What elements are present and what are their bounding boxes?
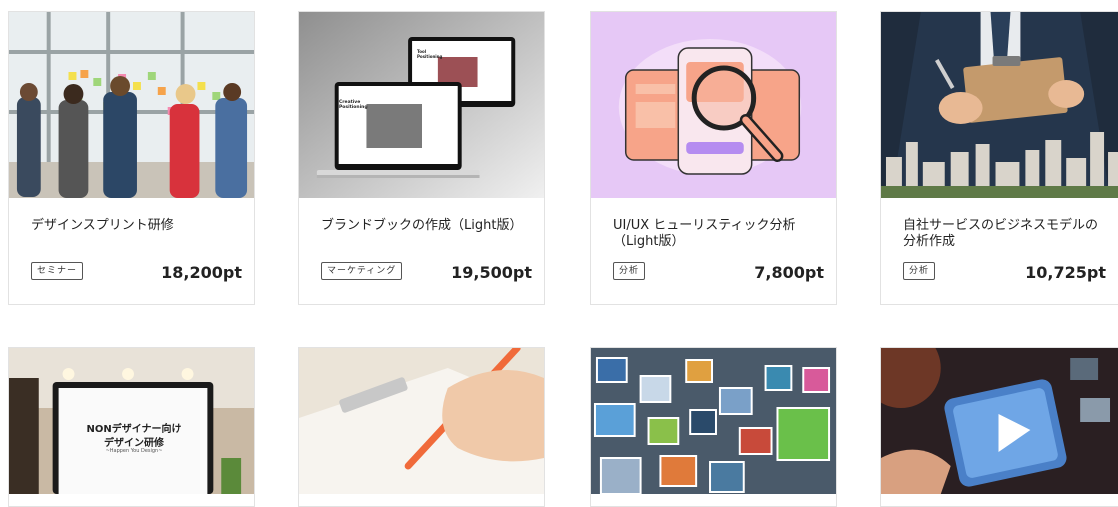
category-tag[interactable]: 分析	[903, 262, 936, 280]
product-card-writing[interactable]	[298, 347, 545, 507]
card-image-laptop-slide: NONデザイナー向け デザイン研修 ~Happen You Design~	[9, 348, 254, 494]
category-tag[interactable]: 分析	[613, 262, 646, 280]
screen-text: Creative Positioning	[339, 100, 368, 110]
slide-subtitle: ~Happen You Design~	[105, 448, 163, 454]
product-card-photo-collage[interactable]	[590, 347, 837, 507]
card-price: 10,725pt	[1025, 263, 1106, 282]
product-card-brand-book[interactable]: Creative Positioning Tool Positioning ブラ…	[298, 11, 545, 305]
product-card-business-model[interactable]: 自社サービスのビジネスモデルの分析作成 分析 10,725pt	[880, 11, 1118, 305]
slide-title: NONデザイナー向け	[86, 424, 182, 435]
card-price: 7,800pt	[754, 263, 824, 282]
card-image-workshop	[9, 12, 254, 198]
card-price: 19,500pt	[451, 263, 532, 282]
product-card-design-sprint[interactable]: デザインスプリント研修 セミナー 18,200pt	[8, 11, 255, 305]
slide-title: デザイン研修	[104, 438, 164, 449]
card-image-hand-writing	[299, 348, 544, 494]
card-title: 自社サービスのビジネスモデルの分析作成	[903, 218, 1099, 249]
screen-text: Tool Positioning	[417, 49, 443, 59]
product-card-video[interactable]	[880, 347, 1118, 507]
card-title: デザインスプリント研修	[31, 218, 174, 233]
card-image-video-play	[881, 348, 1118, 494]
product-card-non-designer-training[interactable]: NONデザイナー向け デザイン研修 ~Happen You Design~	[8, 347, 255, 507]
card-price: 18,200pt	[161, 263, 242, 282]
card-title: UI/UX ヒューリスティック分析（Light版）	[613, 218, 796, 249]
card-image-laptop-mockup: Creative Positioning Tool Positioning	[299, 12, 544, 198]
card-image-businessman	[881, 12, 1118, 198]
category-tag[interactable]: セミナー	[31, 262, 84, 280]
product-card-uiux-analysis[interactable]: UI/UX ヒューリスティック分析（Light版） 分析 7,800pt	[590, 11, 837, 305]
card-image-photo-collage	[591, 348, 836, 494]
card-title: ブランドブックの作成（Light版）	[321, 218, 523, 233]
category-tag[interactable]: マーケティング	[321, 262, 403, 280]
card-image-magnifier	[591, 12, 836, 198]
